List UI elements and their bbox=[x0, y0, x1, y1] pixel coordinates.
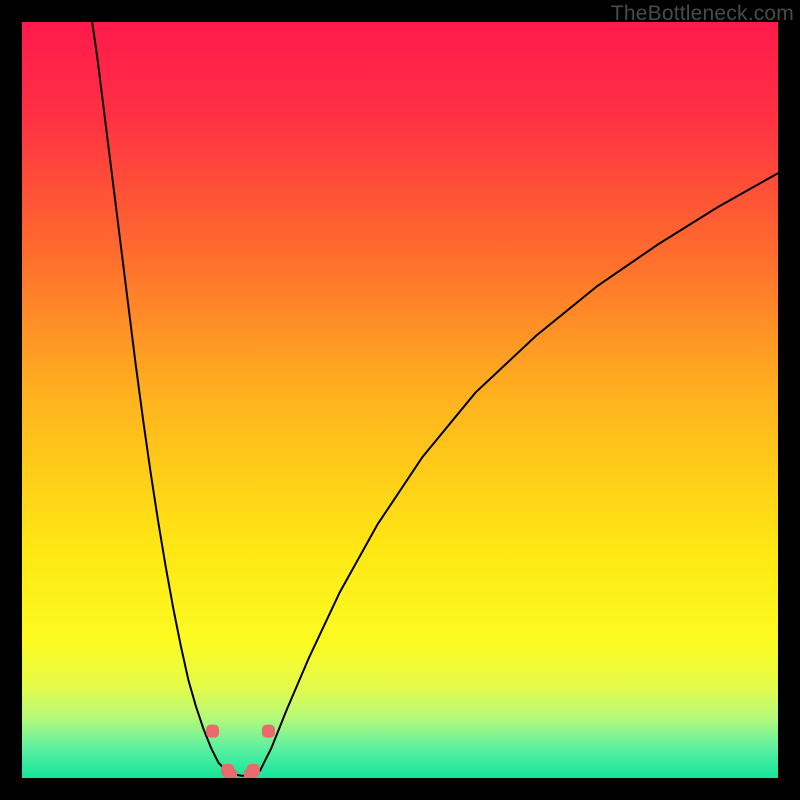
marker-point bbox=[244, 768, 257, 778]
chart-svg bbox=[22, 22, 778, 778]
marker-point bbox=[206, 725, 219, 738]
marker-point bbox=[262, 725, 275, 738]
gradient-background bbox=[22, 22, 778, 778]
watermark-text: TheBottleneck.com bbox=[611, 2, 794, 26]
chart-frame bbox=[22, 22, 778, 778]
marker-point bbox=[224, 768, 237, 778]
